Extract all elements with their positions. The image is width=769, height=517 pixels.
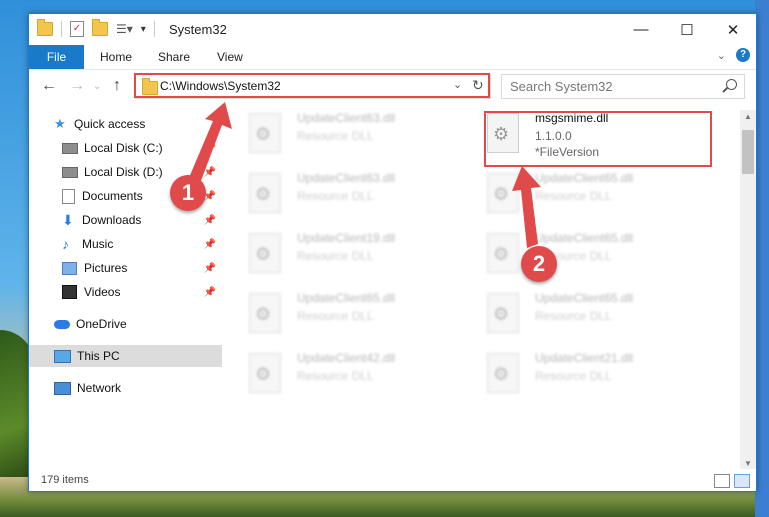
large-icons-view-icon[interactable]: [734, 474, 750, 488]
search-placeholder: Search System32: [510, 79, 613, 94]
tab-home[interactable]: Home: [100, 50, 132, 64]
forward-button[interactable]: →: [69, 77, 85, 95]
drive-icon: [62, 142, 78, 154]
videos-icon: [62, 285, 77, 299]
file-item[interactable]: UpdateClient65.dll Resource DLL: [475, 227, 675, 277]
folder-icon: [37, 19, 53, 36]
dll-file-icon: [487, 233, 519, 273]
sidebar-item-network[interactable]: Network: [54, 377, 121, 399]
sidebar-item-downloads[interactable]: ⬇ Downloads 📌: [62, 209, 222, 231]
file-item[interactable]: UpdateClient21.dll Resource DLL: [475, 347, 675, 397]
callout-2: 2: [521, 246, 557, 282]
document-icon: [62, 188, 75, 204]
cloud-icon: [54, 319, 70, 329]
scroll-down-icon[interactable]: ▼: [744, 459, 752, 468]
tab-file[interactable]: File: [29, 45, 84, 69]
file-list: UpdateClient63.dll Resource DLL UpdateCl…: [237, 107, 737, 467]
file-highlight-box: [484, 111, 712, 167]
drive-icon: [62, 166, 78, 178]
pin-icon: 📌: [203, 262, 216, 274]
file-item[interactable]: UpdateClient65.dll Resource DLL: [237, 287, 437, 337]
dll-file-icon: [249, 113, 281, 153]
dll-file-icon: [249, 173, 281, 213]
toolbar-dropdown-icon[interactable]: ▾: [141, 24, 146, 35]
quick-access-toolbar: ✓ ☰▾ ▾: [37, 19, 155, 37]
pictures-icon: [62, 261, 77, 275]
pin-icon: 📌: [203, 166, 216, 178]
file-item[interactable]: UpdateClient63.dll Resource DLL: [237, 107, 437, 157]
search-input[interactable]: Search System32: [501, 74, 745, 99]
title-bar: ✓ ☰▾ ▾ System32 — ☐ ✕: [29, 14, 756, 45]
tab-view[interactable]: View: [217, 50, 243, 64]
close-button[interactable]: ✕: [710, 14, 756, 45]
navigation-bar: ← → ⌄ ↑ C:\Windows\System32 ⌄ ↻ Search S…: [29, 70, 756, 102]
file-item[interactable]: UpdateClient65.dll Resource DLL: [475, 287, 675, 337]
dll-file-icon: [487, 173, 519, 213]
vertical-scrollbar[interactable]: ▲ ▼: [740, 110, 756, 470]
dll-file-icon: [487, 353, 519, 393]
details-view-icon[interactable]: [714, 474, 730, 488]
sidebar-item-music[interactable]: ♪ Music 📌: [62, 233, 222, 255]
scroll-up-icon[interactable]: ▲: [744, 112, 752, 121]
ribbon-tabs: File Home Share View ⌄ ?: [29, 45, 756, 70]
sidebar-item-this-pc[interactable]: This PC: [54, 345, 120, 367]
customize-toolbar-icon[interactable]: ☰▾: [116, 22, 133, 36]
sidebar-item-local-disk-c[interactable]: Local Disk (C:) 📌: [62, 137, 222, 159]
sidebar-item-pictures[interactable]: Pictures 📌: [62, 257, 222, 279]
maximize-button[interactable]: ☐: [664, 14, 710, 45]
back-button[interactable]: ←: [41, 77, 57, 95]
address-highlight-box: [134, 73, 490, 98]
pin-icon: 📌: [203, 286, 216, 298]
expand-ribbon-icon[interactable]: ⌄: [717, 49, 726, 62]
pin-icon: 📌: [203, 238, 216, 250]
dll-file-icon: [249, 293, 281, 333]
sidebar-item-onedrive[interactable]: OneDrive: [54, 313, 127, 335]
file-item[interactable]: UpdateClient63.dll Resource DLL: [237, 167, 437, 217]
explorer-window: ✓ ☰▾ ▾ System32 — ☐ ✕ File Home Share Vi…: [28, 13, 757, 492]
file-item[interactable]: UpdateClient65.dll Resource DLL: [475, 167, 675, 217]
sidebar-item-videos[interactable]: Videos 📌: [62, 281, 222, 303]
tab-share[interactable]: Share: [158, 50, 190, 64]
dll-file-icon: [487, 293, 519, 333]
dll-file-icon: [249, 353, 281, 393]
sidebar-item-quick-access[interactable]: ★ Quick access: [54, 113, 145, 135]
callout-1: 1: [170, 175, 206, 211]
status-bar: 179 items: [29, 469, 756, 491]
window-title: System32: [169, 22, 227, 37]
dll-file-icon: [249, 233, 281, 273]
scrollbar-thumb[interactable]: [742, 130, 754, 174]
music-icon: ♪: [62, 236, 69, 252]
navigation-pane: ★ Quick access Local Disk (C:) 📌 Local D…: [29, 110, 222, 470]
new-folder-icon[interactable]: [92, 19, 108, 36]
help-icon[interactable]: ?: [736, 48, 750, 62]
pin-icon: 📌: [203, 142, 216, 154]
background-edge: [755, 0, 769, 517]
file-item[interactable]: UpdateClient19.dll Resource DLL: [237, 227, 437, 277]
up-button[interactable]: ↑: [113, 77, 121, 95]
pin-icon: 📌: [203, 214, 216, 226]
network-icon: [54, 381, 71, 395]
properties-icon[interactable]: ✓: [70, 21, 84, 37]
star-icon: ★: [54, 116, 66, 131]
download-icon: ⬇: [62, 211, 74, 228]
recent-locations-icon[interactable]: ⌄: [93, 81, 101, 92]
item-count: 179 items: [41, 474, 89, 486]
minimize-button[interactable]: —: [618, 14, 664, 45]
computer-icon: [54, 349, 71, 363]
file-item[interactable]: UpdateClient42.dll Resource DLL: [237, 347, 437, 397]
search-icon[interactable]: [726, 79, 737, 90]
